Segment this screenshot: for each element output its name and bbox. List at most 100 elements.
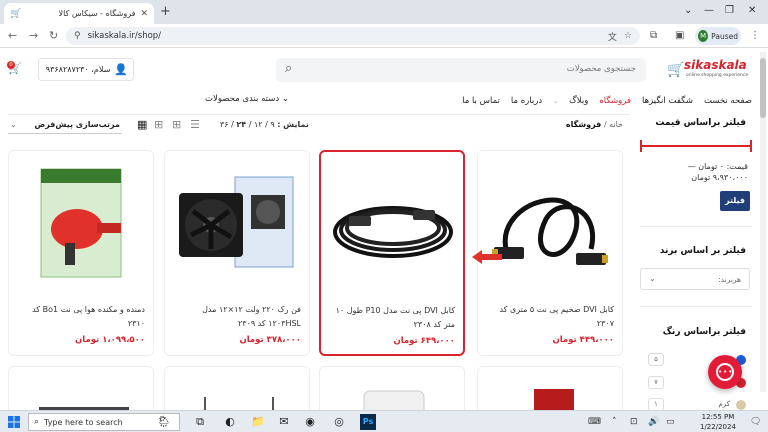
product-title[interactable]: دمنده و مکنده هوا پی نت Bo1 کد ۲۳۱۰ [17, 303, 145, 331]
per-page-36[interactable]: ۳۶ [220, 120, 229, 129]
product-card[interactable] [477, 366, 623, 410]
forward-arrow-icon[interactable]: → [29, 28, 38, 44]
product-image-dvi-cable-coiled[interactable] [329, 160, 457, 288]
color-filter-item[interactable]: کرم ۱ [640, 398, 752, 410]
grid-2-view-icon[interactable]: ⊞ [172, 119, 181, 131]
account-button[interactable]: سلام، ۹۳۶۸۲۸۷۲۳۰ 👤 [38, 58, 134, 81]
grid-4-view-icon[interactable]: ▦ [137, 119, 147, 131]
sort-label: مرتب‌سازی پیش‌فرض [34, 120, 120, 129]
site-logo[interactable]: 🛒 sikaskala online shopping experience [666, 56, 750, 82]
new-tab-button[interactable]: + [160, 4, 171, 20]
chevron-down-icon: ⌄ [649, 274, 656, 283]
browser-tab-bar: 🛒 فروشگاه - سیکاس کالا ✕ + ⌄ — ❐ ✕ [0, 0, 768, 24]
scrollbar-thumb[interactable] [760, 58, 766, 118]
chrome-icon[interactable]: ◎ [331, 414, 347, 430]
photoshop-icon[interactable]: Ps [360, 414, 376, 430]
browser-tab[interactable]: 🛒 فروشگاه - سیکاس کالا ✕ [4, 3, 154, 24]
profile-status: Paused [711, 31, 738, 41]
site-info-icon[interactable]: ⚲ [74, 31, 81, 41]
keyboard-icon[interactable]: ⌨ [588, 416, 601, 428]
color-count: ۱ [648, 398, 664, 410]
sidebar-divider [640, 306, 752, 307]
product-title[interactable]: فن رک ۲۲۰ ولت ۱۲×۱۲ مدل ۱۲۰۳HSL کد ۲۳۰۹ [173, 303, 301, 331]
edge-browser-icon[interactable]: ◐ [222, 414, 238, 430]
logo-text: sikaskala [684, 58, 747, 72]
price-filter-title: فیلتر براساس قیمت [655, 118, 746, 128]
breadcrumb-home[interactable]: خانه [609, 120, 623, 129]
extensions-icon[interactable]: ⧉ [650, 29, 657, 43]
brand-select[interactable]: هربرند: ⌄ [640, 268, 750, 290]
per-page-label: نمایش : [277, 120, 309, 129]
bookmark-star-icon[interactable]: ☆ [624, 31, 632, 41]
price-filter-button[interactable]: فیلتر [720, 191, 750, 211]
chevron-down-icon[interactable]: ⌄ [684, 2, 692, 20]
product-image-device [363, 390, 425, 410]
mail-icon[interactable]: ✉ [276, 414, 292, 430]
search-icon[interactable]: ⌕ [285, 61, 292, 76]
price-slider-max-handle[interactable] [750, 140, 752, 152]
widgets-icon[interactable]: 🌦 [156, 414, 172, 430]
menu-item-amazing-offers[interactable]: شگفت انگیزها [642, 96, 693, 106]
brand-filter-title: فیلتر بر اساس برند [659, 246, 746, 256]
close-window-button[interactable]: ✕ [748, 2, 756, 20]
breadcrumb: خانه / فروشگاه [566, 120, 623, 129]
logo-tagline: online shopping experience [686, 73, 749, 78]
product-title[interactable]: کابل DVI پی نت مدل P10 طول ۱۰ متر کد ۲۳۰… [329, 304, 455, 332]
task-view-icon[interactable]: ⧉ [192, 414, 208, 430]
categories-dropdown[interactable]: ⌄ دسته بندی محصولات [205, 94, 289, 104]
translate-icon[interactable]: 文 [608, 30, 617, 43]
menu-item-blog[interactable]: وبلاگ [569, 96, 588, 106]
product-image-rack-fan[interactable] [173, 159, 301, 287]
price-slider-track[interactable] [640, 145, 752, 147]
product-card[interactable]: دمنده و مکنده هوا پی نت Bo1 کد ۲۳۱۰ ۱،۰۹… [8, 150, 154, 356]
menu-item-home[interactable]: صفحه نخست [704, 96, 752, 106]
address-bar[interactable]: ⚲ sikaskala.ir/shop/ 文 ☆ [66, 27, 640, 45]
grid-3-view-icon[interactable]: ⊞ [154, 119, 163, 131]
menu-item-shop[interactable]: فروشگاه [599, 96, 631, 106]
menu-item-contact[interactable]: تماس با ما [462, 96, 500, 106]
back-arrow-icon[interactable]: ← [8, 28, 17, 44]
product-image-air-blower[interactable] [17, 159, 145, 287]
tray-chevron-icon[interactable]: ˄ [612, 416, 617, 428]
product-card-highlighted[interactable]: کابل DVI پی نت مدل P10 طول ۱۰ متر کد ۲۳۰… [319, 150, 465, 356]
firefox-icon[interactable]: ◉ [302, 414, 318, 430]
price-slider-min-handle[interactable] [640, 140, 642, 152]
product-search-input[interactable]: جستجوی محصولات ⌕ [276, 58, 646, 82]
color-name: کرم [718, 400, 730, 408]
menu-item-about[interactable]: درباره ما [511, 96, 542, 106]
product-card[interactable] [319, 366, 465, 410]
windows-start-icon[interactable] [8, 416, 20, 428]
profile-button[interactable]: M Paused [695, 27, 741, 45]
minimize-window-button[interactable]: — [704, 2, 714, 20]
url-text: sikaskala.ir/shop/ [87, 31, 162, 41]
product-card[interactable] [164, 366, 310, 410]
chat-widget-button[interactable]: ••• [708, 355, 742, 389]
site-favicon-icon: 🛒 [10, 8, 22, 19]
battery-icon[interactable]: ▭ [666, 416, 675, 428]
restore-window-button[interactable]: ❐ [725, 2, 734, 20]
per-page-9[interactable]: ۹ [270, 120, 274, 129]
taskbar-clock[interactable]: 12:55 PM 1/22/2024 [700, 412, 736, 432]
reload-icon[interactable]: ↻ [49, 28, 58, 44]
product-title[interactable]: کابل DVI ضخیم پی نت ۵ متری کد ۲۳۰۷ [486, 303, 614, 331]
windows-taskbar: ⌕ Type here to search 🌦 ⧉ ◐ 📁 ✉ ◉ ◎ Ps ⌨… [0, 410, 768, 432]
notifications-icon[interactable]: 🗨 [750, 416, 761, 428]
per-page-sep: / [231, 120, 234, 129]
browser-menu-icon[interactable]: ⋮ [750, 29, 760, 43]
file-explorer-icon[interactable]: 📁 [250, 414, 266, 430]
per-page-12[interactable]: ۱۲ [254, 120, 263, 129]
side-panel-icon[interactable]: ▣ [675, 29, 684, 43]
network-icon[interactable]: ⊡ [630, 416, 638, 428]
list-view-icon[interactable]: ☰ [190, 119, 200, 131]
page-scrollbar[interactable] [760, 52, 766, 392]
per-page-24[interactable]: ۲۴ [236, 120, 246, 129]
red-arrow-annotation-icon [472, 250, 502, 264]
clock-time: 12:55 PM [701, 413, 735, 421]
account-greeting: سلام، ۹۳۶۸۲۸۷۲۳۰ [45, 65, 111, 74]
product-card[interactable] [8, 366, 154, 410]
sort-dropdown[interactable]: مرتب‌سازی پیش‌فرض ⌄ [8, 118, 122, 134]
volume-icon[interactable]: 🔊 [648, 416, 659, 428]
close-tab-icon[interactable]: ✕ [140, 9, 148, 19]
product-image-dvi-cable[interactable] [486, 159, 614, 287]
product-card[interactable]: فن رک ۲۲۰ ولت ۱۲×۱۲ مدل ۱۲۰۳HSL کد ۲۳۰۹ … [164, 150, 310, 356]
